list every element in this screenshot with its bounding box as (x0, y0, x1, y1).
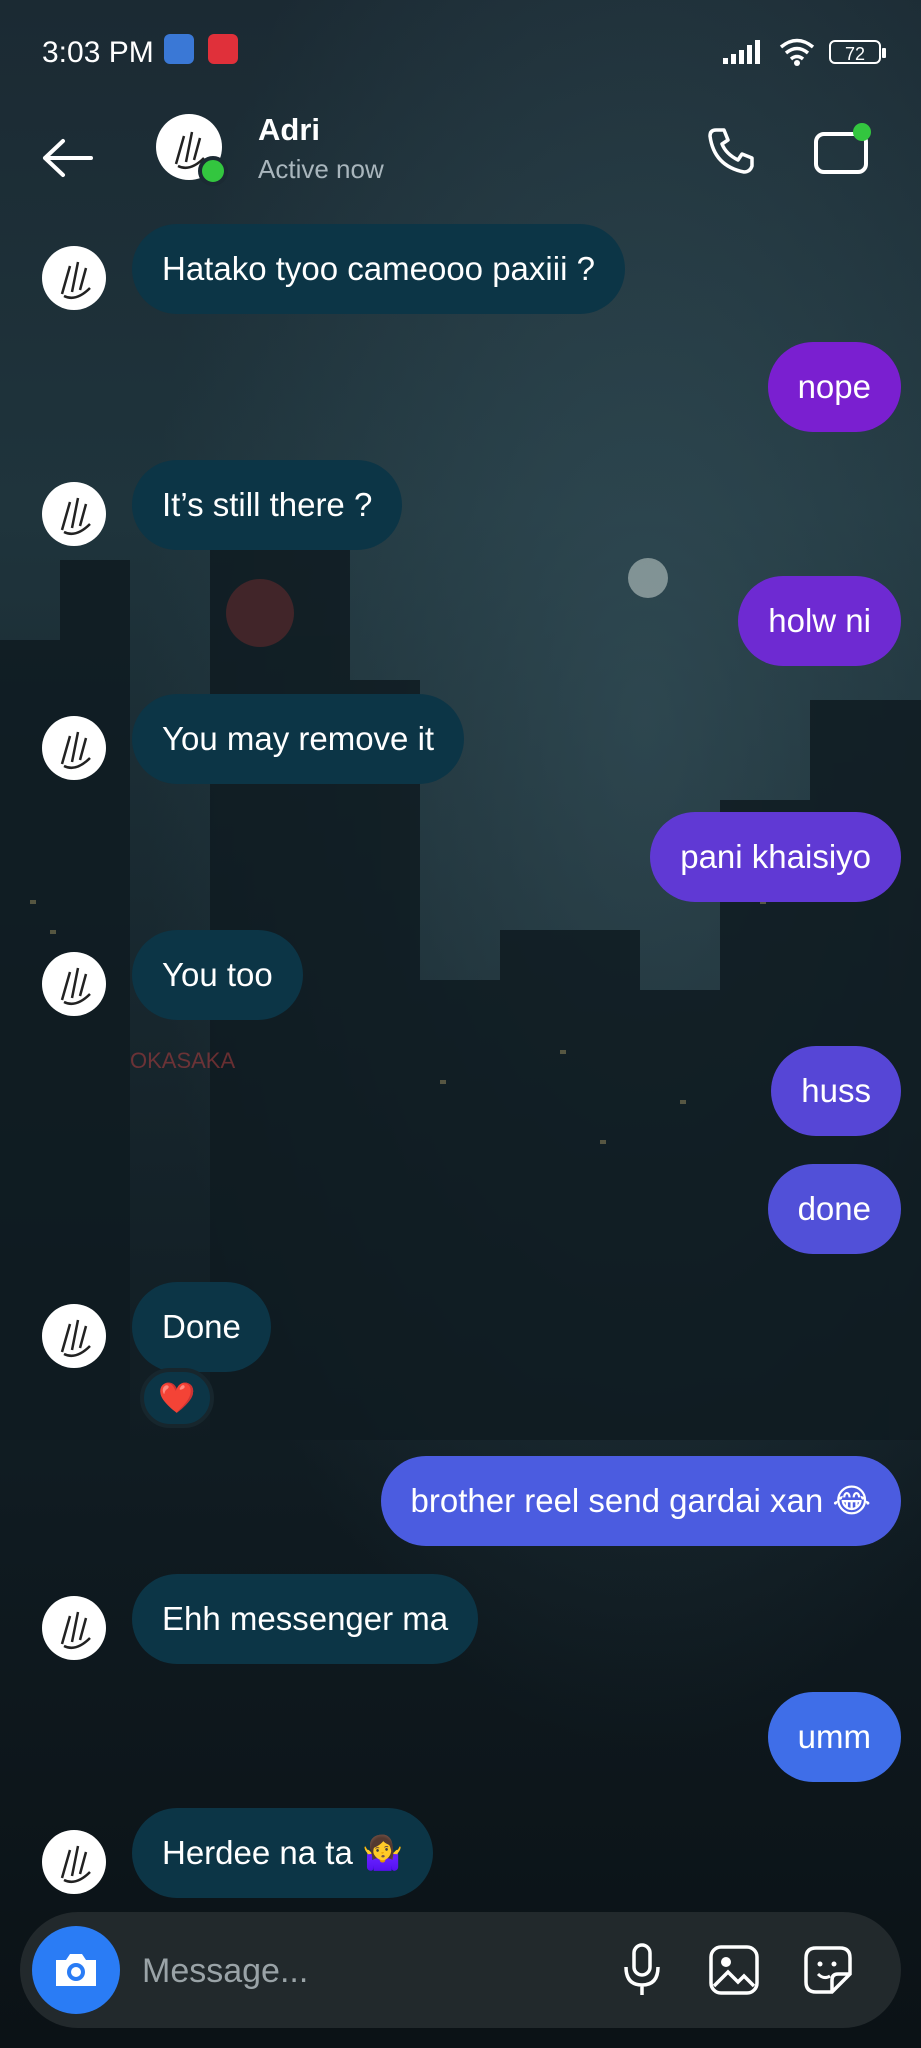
sender-avatar[interactable] (42, 952, 106, 1016)
camera-button[interactable] (32, 1926, 120, 2014)
message-bubble[interactable]: Hatako tyoo cameooo paxiii ? (132, 224, 625, 314)
message-bubble[interactable]: You too (132, 930, 303, 1020)
gallery-button[interactable] (702, 1938, 766, 2002)
hand-sketch-icon (60, 731, 91, 769)
sender-avatar[interactable] (42, 1830, 106, 1894)
hand-sketch-icon (60, 261, 91, 299)
message-bubble[interactable]: huss (771, 1046, 901, 1136)
hand-sketch-icon (60, 1845, 91, 1883)
sender-avatar[interactable] (42, 246, 106, 310)
message-bubble[interactable]: It’s still there ? (132, 460, 403, 550)
hand-sketch-icon (60, 1611, 91, 1649)
sender-avatar[interactable] (42, 716, 106, 780)
message-input[interactable] (140, 1940, 604, 2002)
sticker-icon (804, 1946, 852, 1994)
message-bubble[interactable]: holw ni (738, 576, 901, 666)
message-bubble[interactable]: pani khaisiyo (650, 812, 901, 902)
message-bubble[interactable]: nope (767, 342, 901, 432)
message-bubble[interactable]: Herdee na ta 🤷‍♀️ (132, 1808, 434, 1898)
hand-sketch-icon (60, 497, 91, 535)
image-icon (709, 1945, 759, 1995)
message-bubble[interactable]: brother reel send gardai xan 😂 (380, 1456, 901, 1546)
microphone-icon (624, 1943, 660, 1995)
message-bubble[interactable]: umm (767, 1692, 901, 1782)
sender-avatar[interactable] (42, 1304, 106, 1368)
message-bubble[interactable]: Ehh messenger ma (132, 1574, 479, 1664)
camera-icon (56, 1954, 96, 1986)
hand-sketch-icon (60, 967, 91, 1005)
sender-avatar[interactable] (42, 482, 106, 546)
message-list: Hatako tyoo cameooo paxiii ? nope It’s s… (0, 0, 921, 2048)
message-composer (20, 1912, 901, 2028)
sticker-button[interactable] (796, 1938, 860, 2002)
voice-message-button[interactable] (610, 1938, 674, 2002)
heart-reaction[interactable]: ❤️ (140, 1368, 214, 1428)
message-bubble[interactable]: done (767, 1164, 901, 1254)
sender-avatar[interactable] (42, 1596, 106, 1660)
hand-sketch-icon (60, 1319, 91, 1357)
message-bubble[interactable]: You may remove it (132, 694, 465, 784)
message-bubble[interactable]: Done (132, 1282, 271, 1372)
